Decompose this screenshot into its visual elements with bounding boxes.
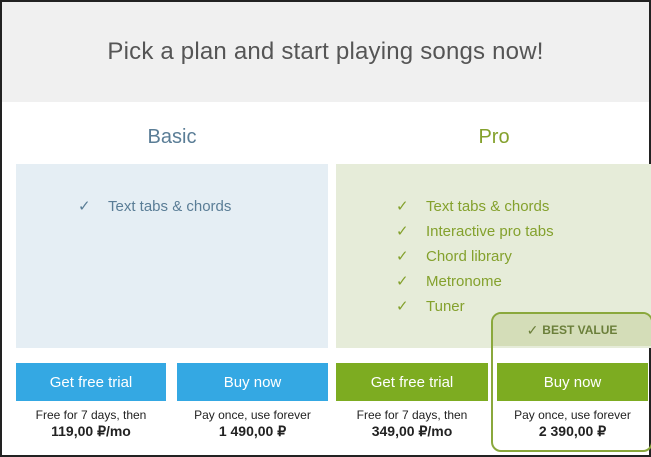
checkmark-icon: ✓ <box>396 248 409 265</box>
feature-item: ✓ Metronome <box>396 269 554 294</box>
feature-item: ✓ Interactive pro tabs <box>396 219 554 244</box>
basic-buy-now-button[interactable]: Buy now <box>177 363 328 401</box>
price-amount: 119,00 ₽/mo <box>51 423 131 439</box>
pro-free-trial-button[interactable]: Get free trial <box>336 363 488 401</box>
pro-plan-title: Pro <box>478 126 510 148</box>
checkmark-icon: ✓ <box>396 223 409 240</box>
checkmark-icon: ✓ <box>526 321 539 338</box>
pro-buy-price: Pay once, use forever 2 390,00 ₽ <box>497 408 648 439</box>
feature-label: Metronome <box>426 273 502 290</box>
feature-label: Interactive pro tabs <box>426 223 554 240</box>
price-amount: 349,00 ₽/mo <box>371 423 453 439</box>
pro-features-list: ✓ Text tabs & chords ✓ Interactive pro t… <box>396 194 554 319</box>
price-note: Free for 7 days, then <box>35 408 147 422</box>
feature-item: ✓ Chord library <box>396 244 554 269</box>
best-value-badge: ✓ BEST VALUE <box>493 314 651 346</box>
feature-label: Chord library <box>426 248 512 265</box>
pro-trial-price: Free for 7 days, then 349,00 ₽/mo <box>336 408 488 439</box>
feature-label: Text tabs & chords <box>426 198 550 215</box>
basic-trial-price: Free for 7 days, then 119,00 ₽/mo <box>16 408 166 439</box>
page-title: Pick a plan and start playing songs now! <box>107 38 544 65</box>
checkmark-icon: ✓ <box>78 198 91 215</box>
price-amount: 1 490,00 ₽ <box>218 423 287 439</box>
price-amount: 2 390,00 ₽ <box>538 423 607 439</box>
basic-features-list: ✓ Text tabs & chords <box>78 194 231 219</box>
checkmark-icon: ✓ <box>396 273 409 290</box>
checkmark-icon: ✓ <box>396 198 409 215</box>
basic-buy-price: Pay once, use forever 1 490,00 ₽ <box>177 408 328 439</box>
pricing-page: Pick a plan and start playing songs now!… <box>0 0 651 457</box>
price-note: Pay once, use forever <box>194 408 311 422</box>
price-note: Pay once, use forever <box>514 408 631 422</box>
price-note: Free for 7 days, then <box>356 408 468 422</box>
basic-free-trial-button[interactable]: Get free trial <box>16 363 166 401</box>
feature-label: Text tabs & chords <box>108 198 232 215</box>
basic-plan-title: Basic <box>147 126 197 148</box>
checkmark-icon: ✓ <box>396 298 409 315</box>
feature-label: Tuner <box>426 298 465 315</box>
page-header: Pick a plan and start playing songs now! <box>2 2 649 102</box>
pro-buy-now-button[interactable]: Buy now <box>497 363 648 401</box>
best-value-label: BEST VALUE <box>542 323 618 337</box>
basic-features-panel: ✓ Text tabs & chords <box>16 164 328 348</box>
feature-item: ✓ Text tabs & chords <box>396 194 554 219</box>
feature-item: ✓ Text tabs & chords <box>78 194 231 219</box>
